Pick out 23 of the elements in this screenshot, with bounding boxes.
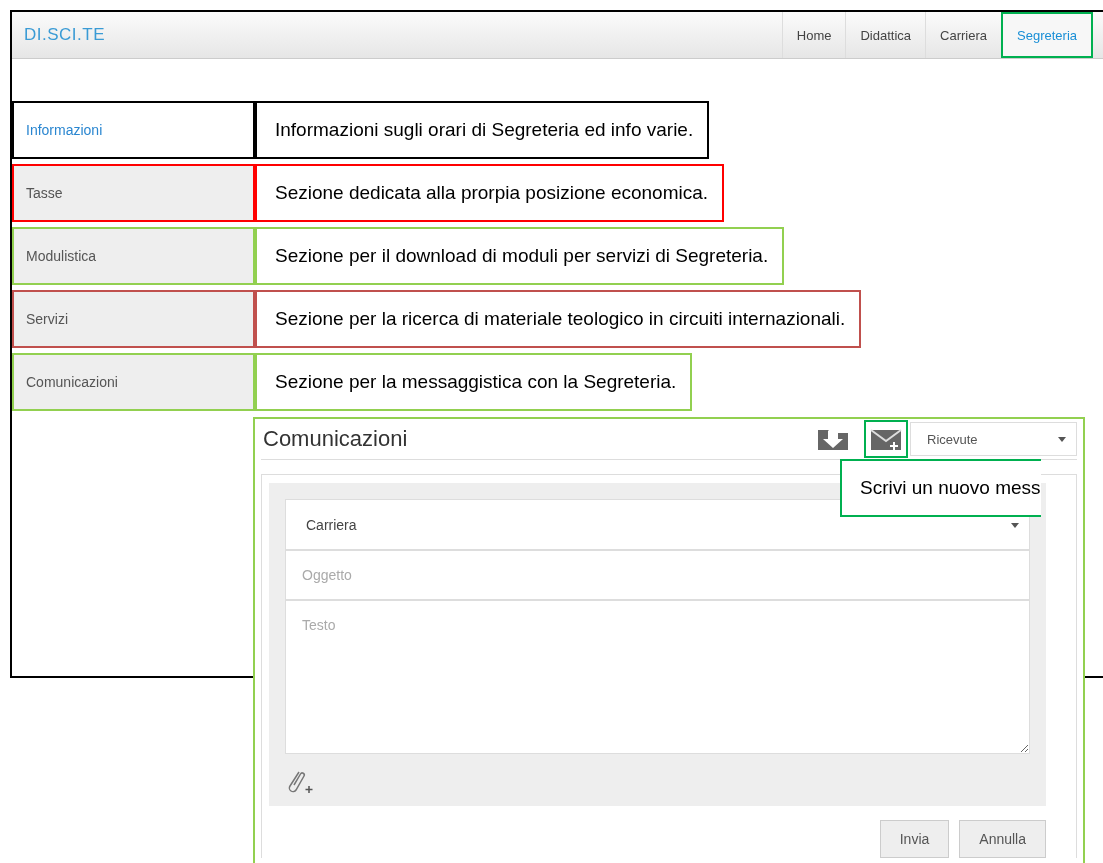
callout-note: Scrivi un nuovo mess — [840, 459, 1041, 517]
panel-title: Comunicazioni — [262, 426, 409, 452]
sidebar-item[interactable]: Informazioni — [12, 101, 255, 159]
caret-icon — [1011, 522, 1019, 528]
form-button[interactable]: Invia — [879, 820, 950, 858]
callout-note: Sezione per la messaggistica con la Segreteria. — [255, 353, 693, 411]
callout-note: Sezione dedicata alla prorpia posizione economica. — [255, 164, 725, 222]
nav-link[interactable]: Didattica — [845, 12, 926, 58]
folder-dropdown[interactable]: Ricevute — [910, 422, 1077, 456]
new-message-button[interactable] — [864, 420, 908, 458]
form-button[interactable]: Annulla — [959, 820, 1046, 858]
sidebar-item[interactable]: Modulistica — [12, 227, 255, 285]
category-dropdown[interactable]: Carriera — [285, 499, 1030, 550]
sidebar-item[interactable]: Comunicazioni — [12, 353, 255, 411]
sidebar-item[interactable]: Tasse — [12, 164, 255, 222]
message-field[interactable]: Testo — [285, 600, 1030, 754]
caret-icon — [1058, 437, 1066, 442]
nav-link[interactable]: Home — [781, 12, 846, 58]
callout-note: Sezione per il download di moduli per servizi di Segreteria. — [255, 227, 785, 285]
subject-field[interactable]: Oggetto — [285, 550, 1030, 600]
sidebar-item[interactable]: Servizi — [12, 290, 255, 348]
callout-note: Informazioni sugli orari di Segreteria ed info varie. — [255, 101, 710, 159]
callout-note: Sezione per la ricerca di materiale teologico in circuiti internazionali. — [255, 290, 862, 348]
